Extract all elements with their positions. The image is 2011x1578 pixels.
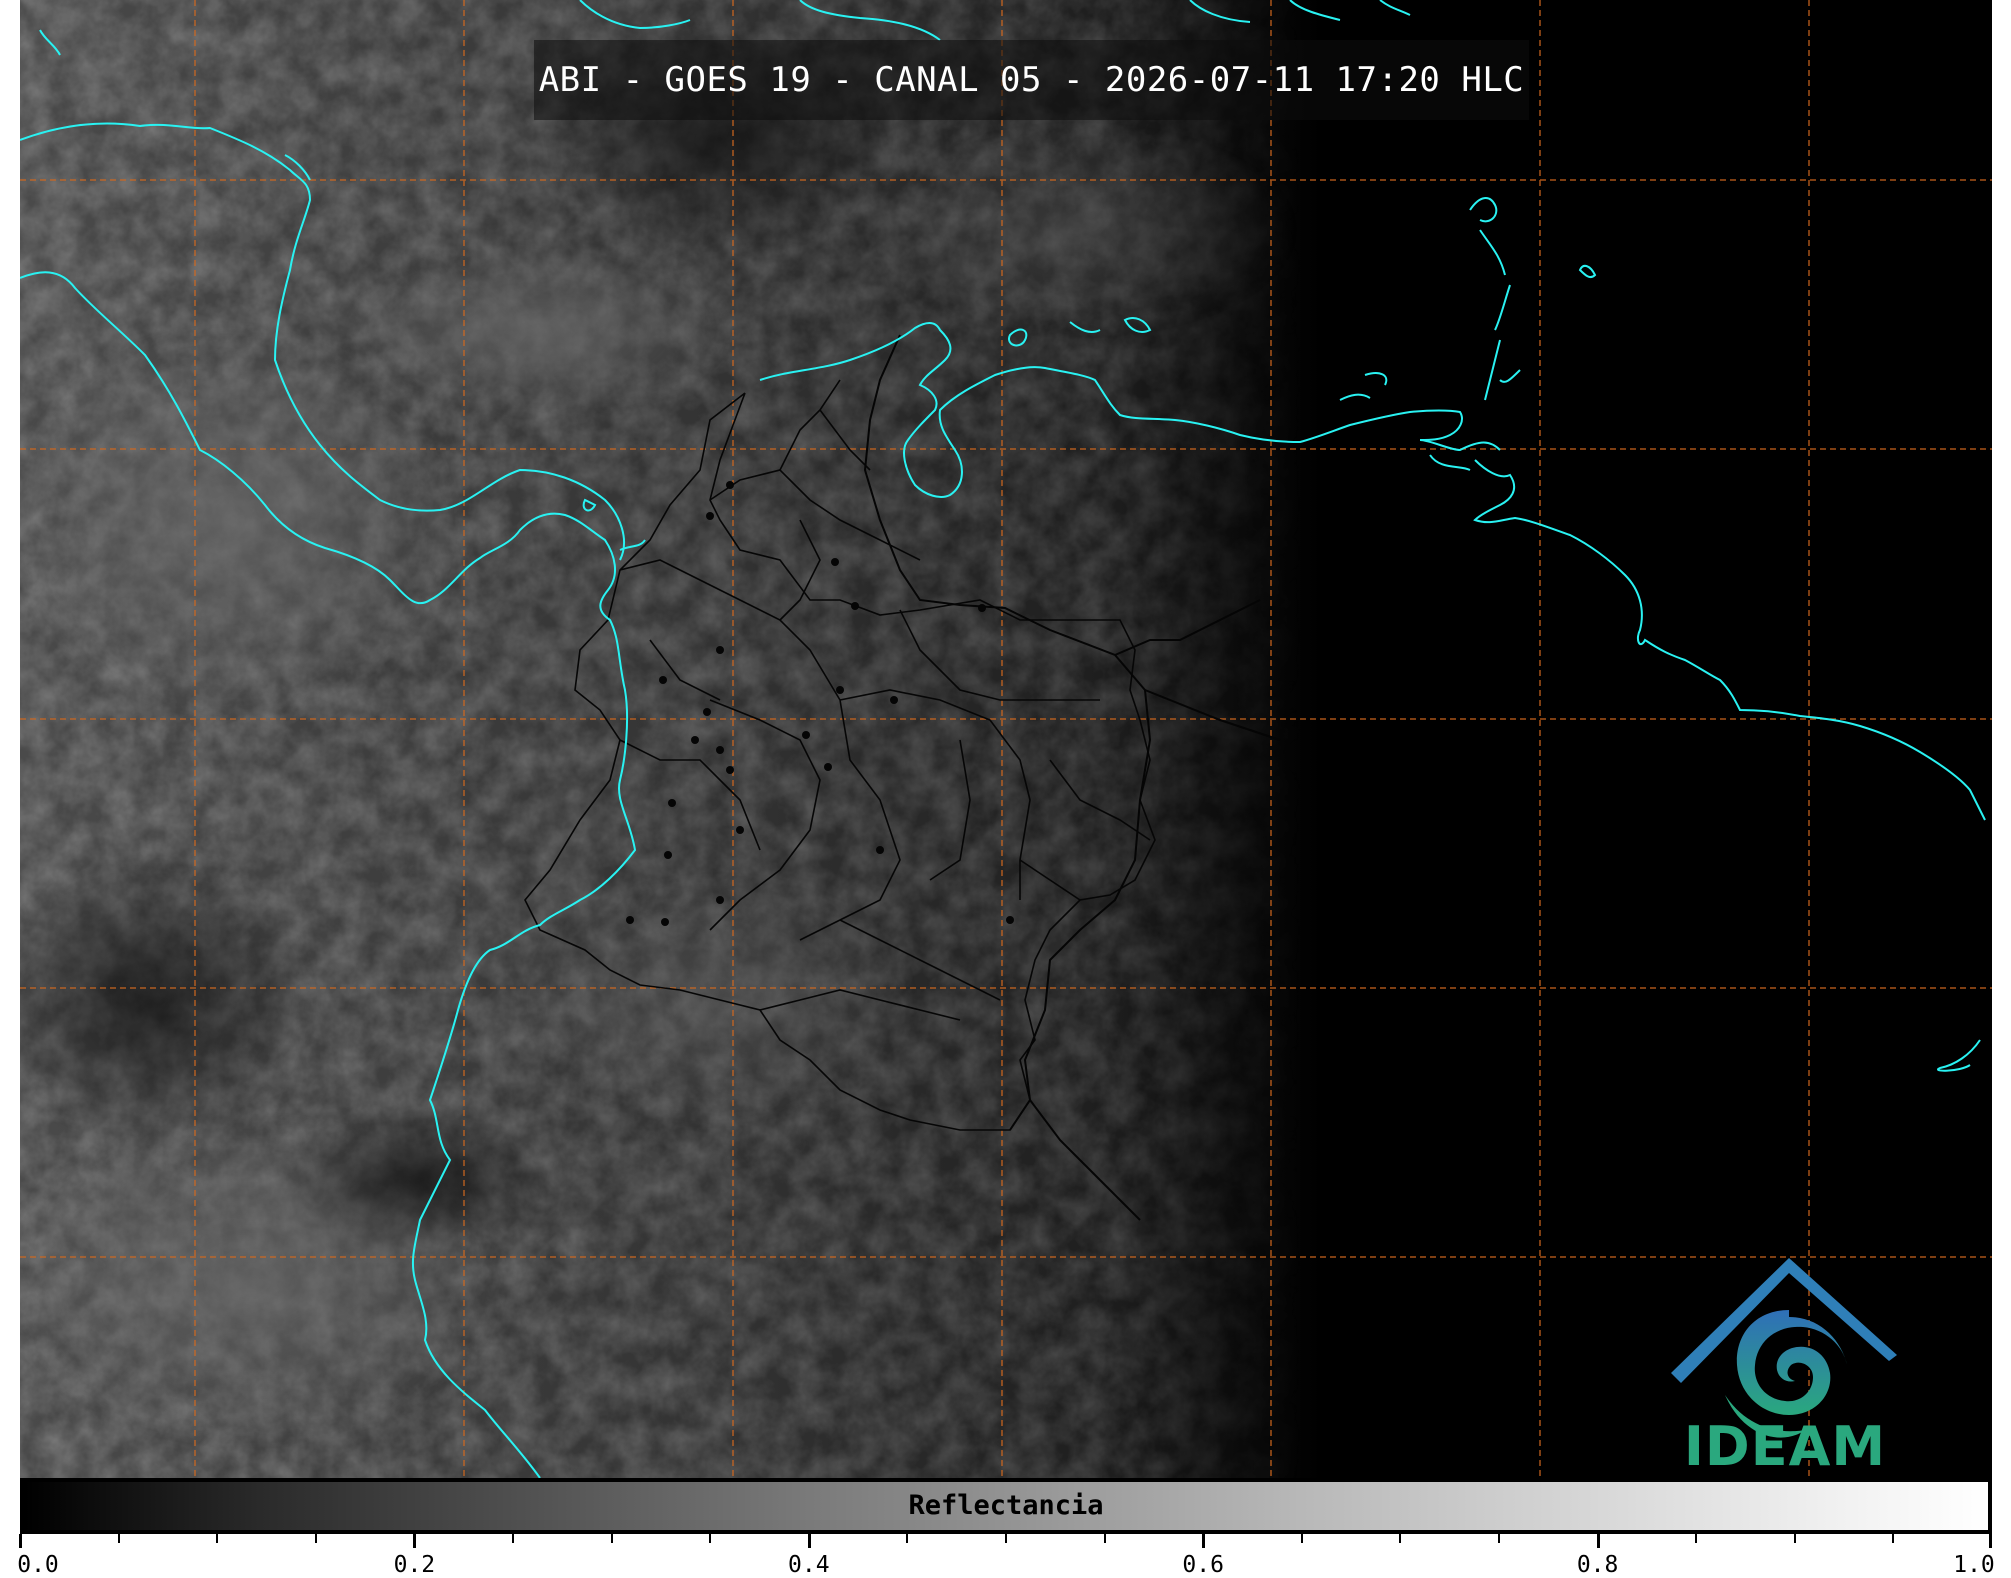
colorbar-tick-label: 0.6: [1182, 1552, 1224, 1578]
colorbar-label: Reflectancia: [908, 1490, 1104, 1521]
colorbar-tick-label: 0.0: [17, 1552, 59, 1578]
colorbar-minor-tick: [1793, 1534, 1796, 1543]
colorbar-major-tick: [807, 1534, 811, 1548]
colorbar-tick-label: 0.2: [393, 1552, 436, 1578]
colorbar-minor-tick: [512, 1534, 514, 1543]
colorbar-major-tick: [19, 1534, 22, 1548]
satellite-map: ABI - GOES 19 - CANAL 05 - 2026-07-11 17…: [20, 0, 1992, 1478]
colorbar-minor-tick: [709, 1534, 712, 1543]
colorbar-minor-tick: [1498, 1534, 1500, 1543]
colorbar-major-tick: [413, 1534, 417, 1548]
logo-text: IDEAM: [1683, 1415, 1887, 1478]
colorbar-tick-label: 1.0: [1953, 1552, 1995, 1578]
colorbar: Reflectancia: [20, 1478, 1992, 1534]
colorbar-major-tick: [1989, 1534, 1992, 1548]
colorbar-minor-tick: [314, 1534, 317, 1543]
colorbar-minor-tick: [1399, 1534, 1402, 1543]
colorbar-minor-tick: [906, 1534, 909, 1543]
colorbar-minor-tick: [216, 1534, 219, 1543]
colorbar-major-tick: [1596, 1534, 1600, 1548]
colorbar-minor-tick: [1005, 1534, 1007, 1543]
colorbar-minor-tick: [1695, 1534, 1698, 1543]
map-title: ABI - GOES 19 - CANAL 05 - 2026-07-11 17…: [538, 60, 1525, 100]
colorbar-tick-label: 0.4: [788, 1552, 830, 1578]
colorbar-minor-tick: [117, 1534, 120, 1543]
colorbar-ticks: 0.0 0.2 0.4 0.6 0.8 1.0: [17, 1534, 1995, 1578]
colorbar-minor-tick: [1892, 1534, 1895, 1543]
title-box: ABI - GOES 19 - CANAL 05 - 2026-07-11 17…: [534, 40, 1529, 120]
colorbar-minor-tick: [1300, 1534, 1303, 1543]
colorbar-minor-tick: [610, 1534, 613, 1543]
colorbar-tick-label: 0.8: [1576, 1552, 1619, 1578]
colorbar-major-tick: [1202, 1534, 1206, 1548]
colorbar-minor-tick: [1103, 1534, 1106, 1543]
